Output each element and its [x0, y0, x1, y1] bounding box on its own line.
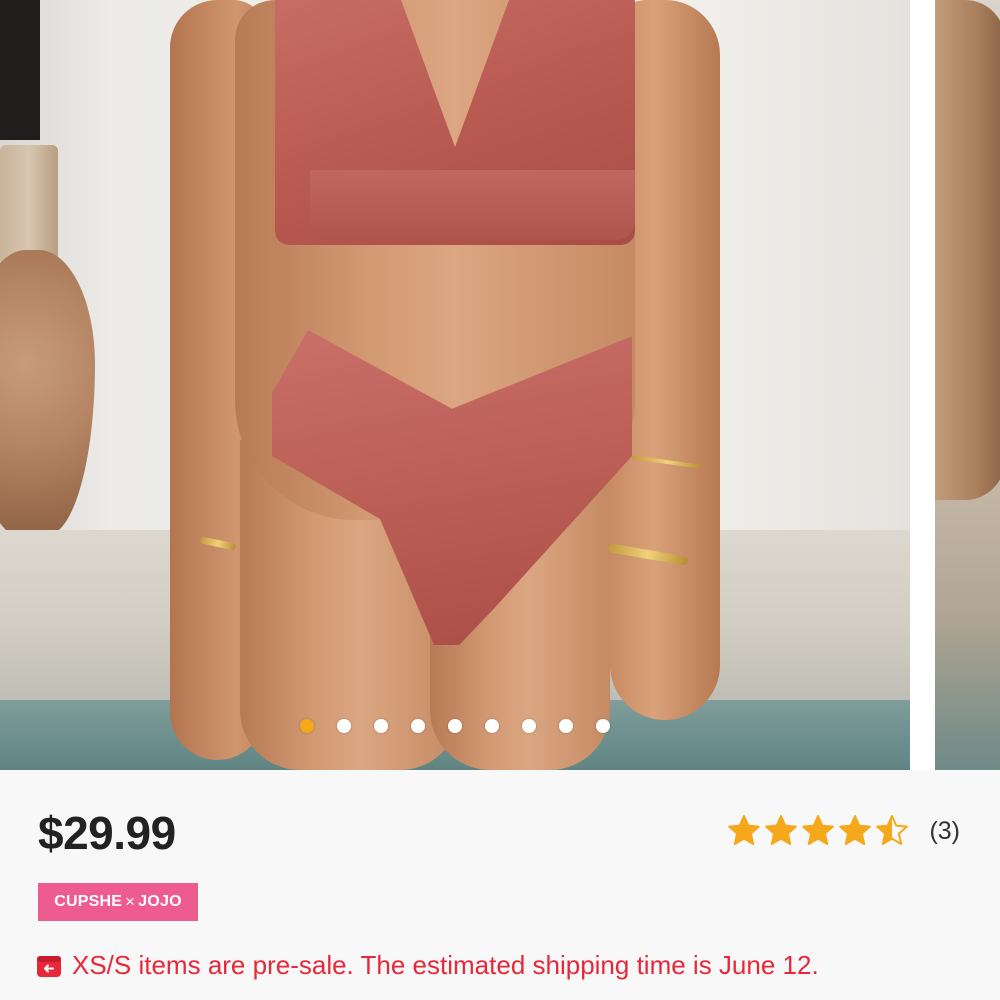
- next-product-image-preview[interactable]: [935, 0, 1000, 770]
- presale-notice: XS/S items are pre-sale. The estimated s…: [36, 950, 819, 981]
- presale-notice-text: XS/S items are pre-sale. The estimated s…: [72, 950, 819, 980]
- brand-collab-badge: CUPSHE × JOJO: [38, 883, 198, 921]
- star-full-icon: [839, 815, 872, 845]
- gallery-dot[interactable]: [411, 719, 425, 733]
- gallery-dot[interactable]: [485, 719, 499, 733]
- gallery-dot[interactable]: [448, 719, 462, 733]
- gallery-dot[interactable]: [300, 719, 314, 733]
- badge-brand-left: CUPSHE: [54, 893, 123, 910]
- product-rating[interactable]: (3): [727, 814, 960, 848]
- star-full-icon: [728, 815, 761, 845]
- badge-brand-right: JOJO: [138, 893, 182, 910]
- gallery-dot[interactable]: [559, 719, 573, 733]
- review-count[interactable]: (3): [929, 817, 960, 846]
- return-box-icon: [37, 955, 61, 977]
- gallery-dot[interactable]: [337, 719, 351, 733]
- star-full-icon: [802, 815, 835, 845]
- product-info-panel: $29.99 (3) CUPSHE × JOJO XS/S items are …: [0, 770, 1000, 1000]
- image-bikini-band: [310, 170, 635, 240]
- rating-stars: [727, 814, 909, 848]
- product-image[interactable]: [0, 0, 910, 770]
- product-image-gallery[interactable]: [0, 0, 1000, 770]
- image-vase: [935, 0, 1000, 500]
- image-doorway: [0, 0, 40, 140]
- badge-separator: ×: [125, 892, 136, 911]
- star-half-icon: [876, 815, 909, 845]
- star-full-icon: [765, 815, 798, 845]
- gallery-dot[interactable]: [522, 719, 536, 733]
- image-vase-neck: [0, 145, 58, 265]
- gallery-dot[interactable]: [596, 719, 610, 733]
- gallery-dot[interactable]: [374, 719, 388, 733]
- product-price: $29.99: [38, 807, 176, 859]
- gallery-pagination: [0, 718, 910, 734]
